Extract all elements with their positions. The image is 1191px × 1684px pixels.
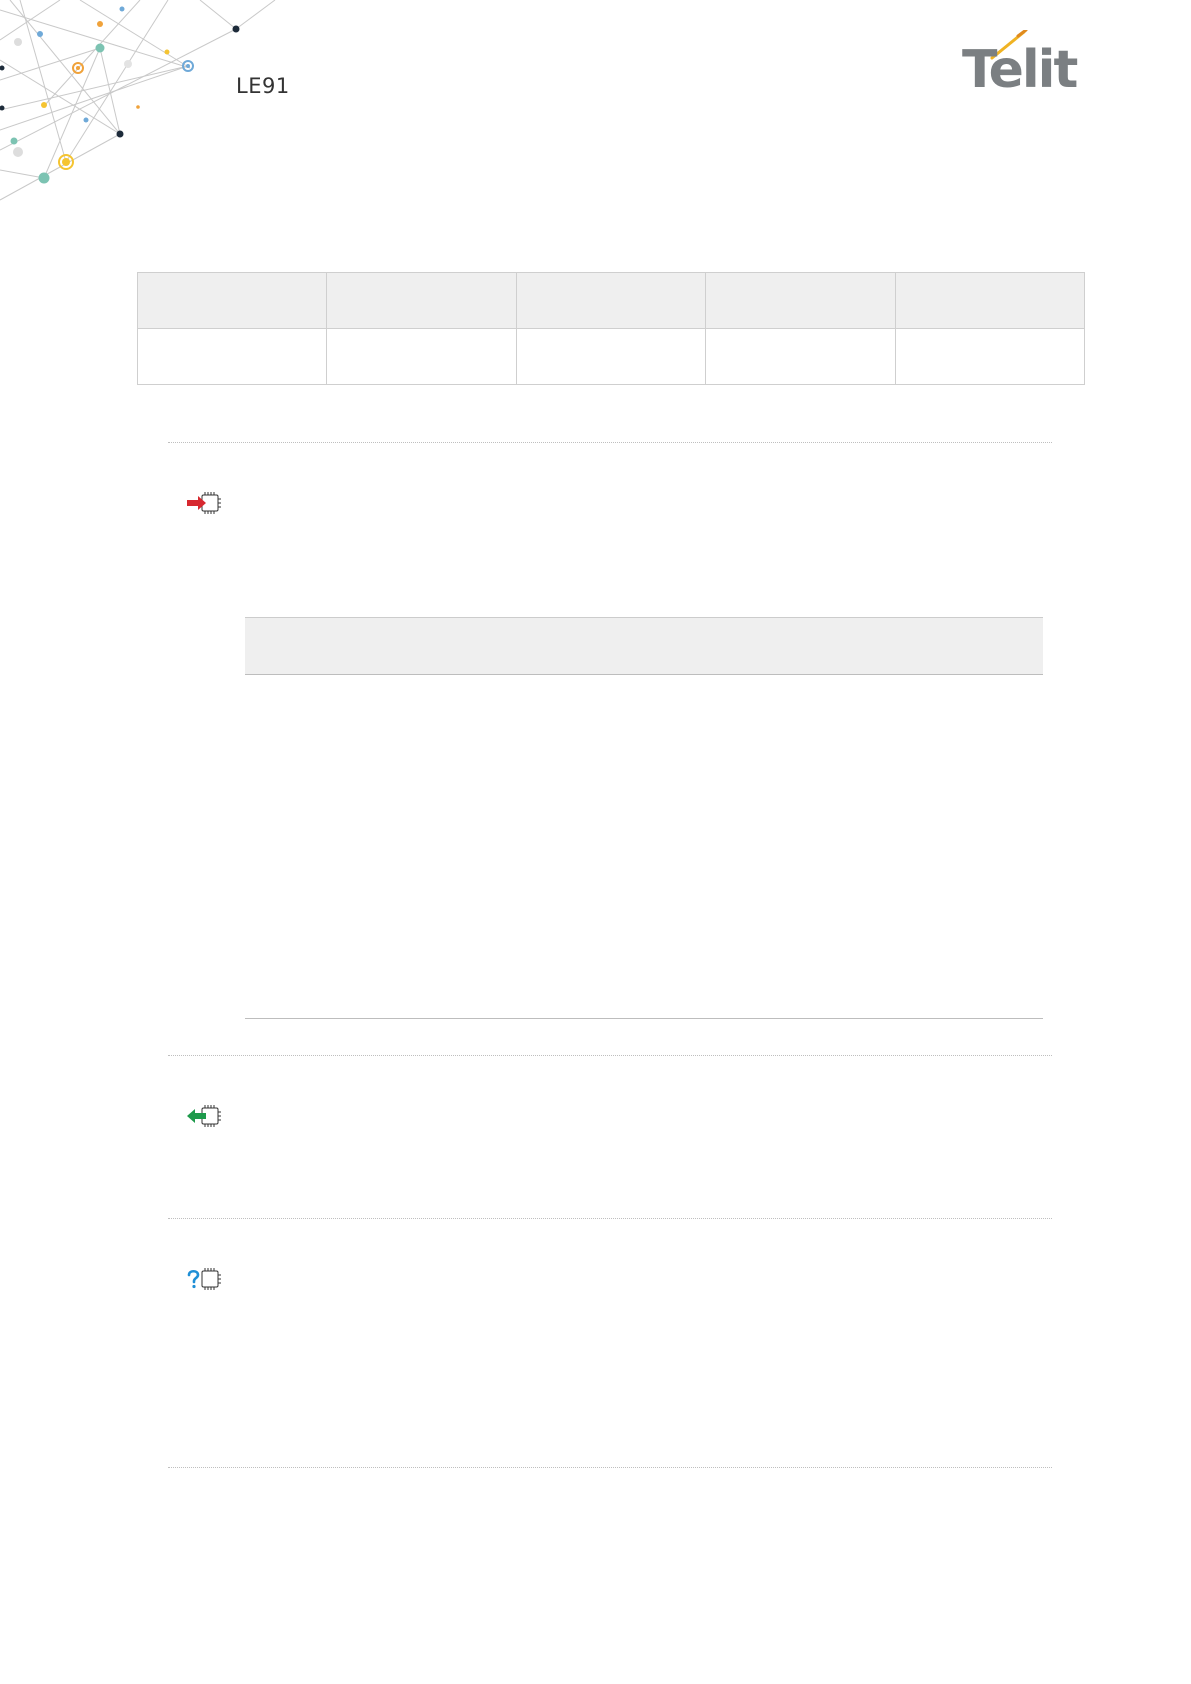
table-cell [894,328,1086,385]
table-header-cell [136,272,328,329]
section-divider [168,442,1052,443]
table-header-cell [326,272,517,329]
corner-network-art [0,0,276,201]
section-divider [168,1055,1052,1056]
question-chip-icon [187,1268,221,1290]
table-cell [515,328,707,385]
arrow-into-chip-icon [187,492,221,514]
table-header-cell [515,272,707,329]
table-header-cell [894,272,1086,329]
table-cell [705,328,896,385]
parameter-table-bottom-rule [245,1018,1043,1019]
command-properties-table [136,272,1086,385]
arrow-out-of-chip-icon [187,1105,221,1127]
table-row [136,328,1086,385]
table-cell [136,328,328,385]
logo-wordmark: Telit [962,40,1078,100]
document-title: LE91 [236,74,290,98]
table-cell [326,328,517,385]
section-divider [168,1218,1052,1219]
section-divider [168,1467,1052,1468]
table-header-cell [705,272,896,329]
parameter-table-header [245,617,1043,675]
telit-logo: Telit [962,30,1086,102]
table-header-row [136,272,1086,329]
